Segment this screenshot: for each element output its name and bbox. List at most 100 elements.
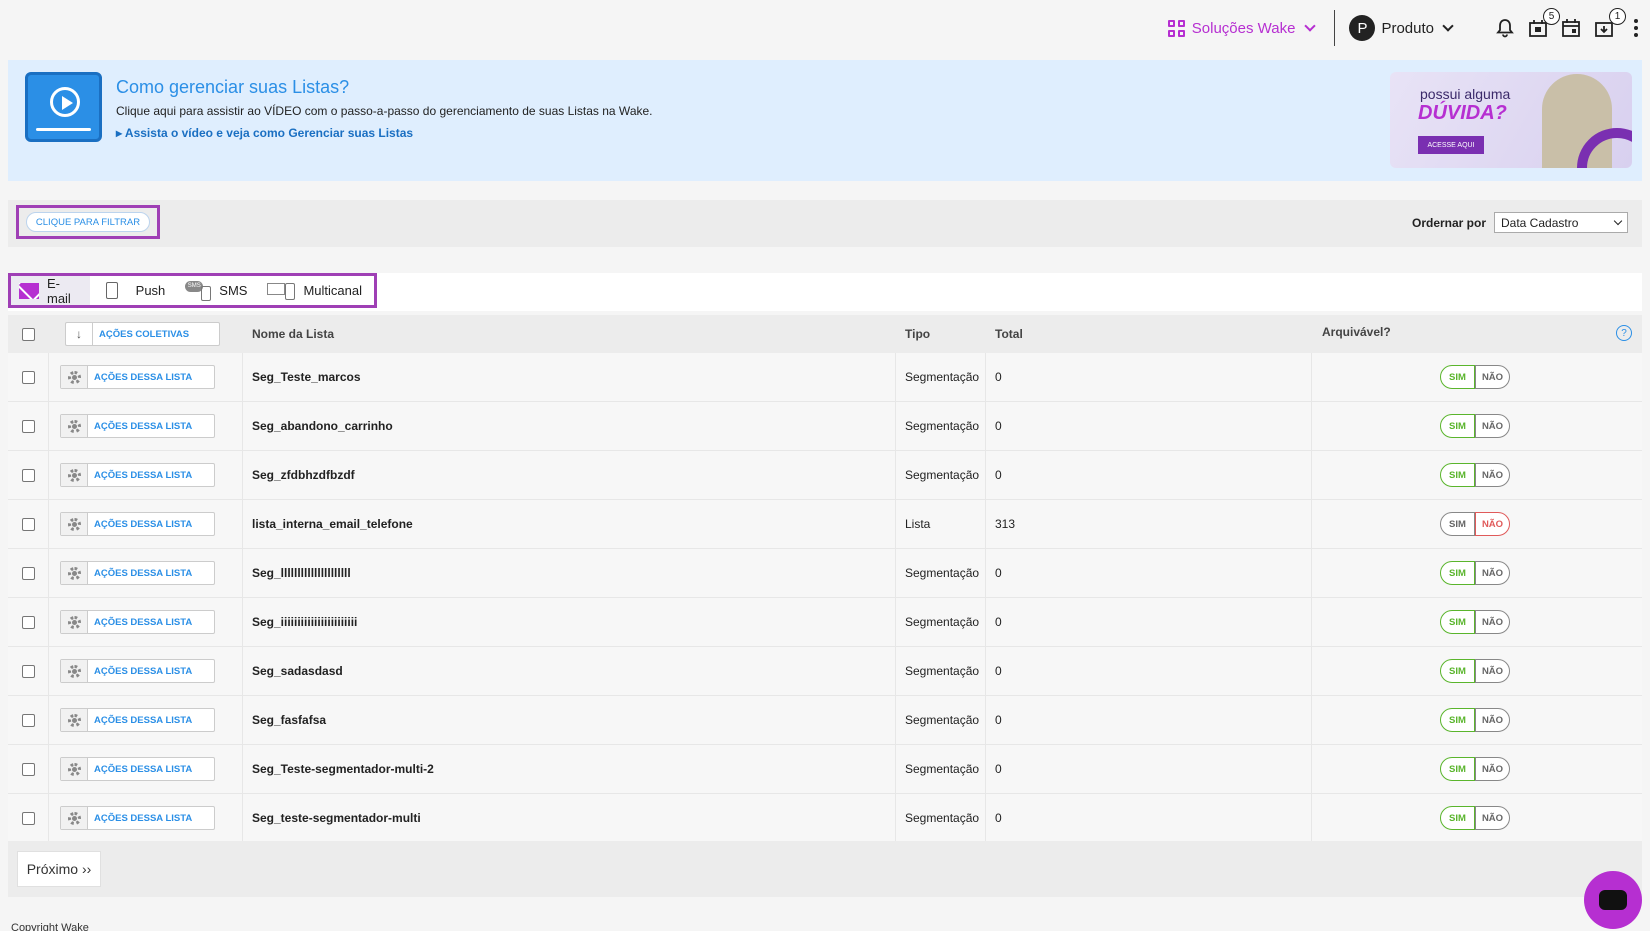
row-checkbox[interactable]: [21, 517, 35, 531]
archivable-yes-button[interactable]: SIM: [1440, 659, 1475, 683]
archivable-no-button[interactable]: NÃO: [1475, 561, 1510, 585]
archivable-no-button[interactable]: NÃO: [1475, 757, 1510, 781]
more-menu-icon[interactable]: [1634, 19, 1638, 37]
header-tipo: Tipo: [905, 327, 931, 341]
list-total: 0: [986, 549, 1312, 597]
promo-access-button[interactable]: ACESSE AQUI: [1418, 136, 1484, 154]
row-actions-button[interactable]: AÇÕES DESSA LISTA: [60, 708, 215, 732]
download-box-icon[interactable]: 1: [1594, 8, 1626, 38]
calendar-icon[interactable]: [1561, 18, 1581, 38]
tab-multicanal[interactable]: Multicanal: [259, 276, 374, 305]
solucoes-wake-menu[interactable]: Soluções Wake: [1167, 19, 1317, 37]
filter-highlight: CLIQUE PARA FILTRAR: [16, 205, 160, 239]
video-play-icon[interactable]: [25, 72, 102, 142]
bell-icon[interactable]: [1495, 18, 1515, 38]
list-tipo: Segmentação: [896, 353, 986, 401]
envelope-icon: [19, 282, 39, 299]
row-actions-label: AÇÕES DESSA LISTA: [94, 812, 193, 824]
banner-description[interactable]: Clique aqui para assistir ao VÍDEO com o…: [116, 104, 653, 118]
table-row: AÇÕES DESSA LISTA Seg_lllllllllllllllllll…: [8, 549, 1642, 598]
row-actions-label: AÇÕES DESSA LISTA: [94, 714, 193, 726]
list-name[interactable]: Seg_iiiiiiiiiiiiiiiiiiiiiii: [243, 598, 896, 646]
list-name[interactable]: Seg_lllllllllllllllllllll: [243, 549, 896, 597]
archivable-toggle: SIM NÃO: [1440, 708, 1510, 732]
archivable-no-button[interactable]: NÃO: [1475, 463, 1510, 487]
list-name[interactable]: Seg_Teste-segmentador-multi-2: [243, 745, 896, 793]
row-checkbox[interactable]: [21, 566, 35, 580]
order-select[interactable]: Data Cadastro: [1494, 212, 1628, 233]
list-name[interactable]: Seg_Teste_marcos: [243, 353, 896, 401]
row-checkbox[interactable]: [21, 664, 35, 678]
archivable-yes-button[interactable]: SIM: [1440, 806, 1475, 830]
row-actions-button[interactable]: AÇÕES DESSA LISTA: [60, 463, 215, 487]
archivable-yes-button[interactable]: SIM: [1440, 561, 1475, 585]
archivable-toggle: SIM NÃO: [1440, 806, 1510, 830]
row-checkbox[interactable]: [21, 811, 35, 825]
archivable-toggle: SIM NÃO: [1440, 365, 1510, 389]
row-actions-label: AÇÕES DESSA LISTA: [94, 518, 193, 530]
archivable-yes-button[interactable]: SIM: [1440, 757, 1475, 781]
tab-email[interactable]: E-mail: [11, 276, 90, 306]
row-checkbox[interactable]: [21, 615, 35, 629]
promo-duvida-banner[interactable]: possui alguma DÚVIDA? ACESSE AQUI: [1390, 72, 1632, 168]
list-name[interactable]: Seg_fasfafsa: [243, 696, 896, 744]
banner-title[interactable]: Como gerenciar suas Listas?: [116, 77, 349, 98]
archivable-yes-button[interactable]: SIM: [1440, 365, 1475, 389]
archivable-no-button[interactable]: NÃO: [1475, 414, 1510, 438]
gear-icon: [61, 366, 88, 388]
row-actions-button[interactable]: AÇÕES DESSA LISTA: [60, 757, 215, 781]
chevron-down-icon: [1613, 216, 1623, 226]
list-name[interactable]: Seg_abandono_carrinho: [243, 402, 896, 450]
row-checkbox[interactable]: [21, 762, 35, 776]
user-menu[interactable]: P Produto: [1349, 15, 1454, 41]
row-checkbox[interactable]: [21, 370, 35, 384]
archivable-no-button[interactable]: NÃO: [1475, 659, 1510, 683]
calendar-box-icon[interactable]: 5: [1528, 8, 1560, 38]
row-actions-button[interactable]: AÇÕES DESSA LISTA: [60, 806, 215, 830]
help-icon[interactable]: ?: [1616, 325, 1632, 341]
row-actions-button[interactable]: AÇÕES DESSA LISTA: [60, 561, 215, 585]
archivable-no-button[interactable]: NÃO: [1475, 365, 1510, 389]
tab-sms[interactable]: SMS SMS: [177, 276, 259, 305]
archivable-no-button[interactable]: NÃO: [1475, 708, 1510, 732]
list-tipo: Segmentação: [896, 745, 986, 793]
table-row: AÇÕES DESSA LISTA Seg_Teste-segmentador-m…: [8, 745, 1642, 794]
banner-video-link[interactable]: ▸ Assista o vídeo e veja como Gerenciar …: [116, 126, 413, 140]
row-checkbox[interactable]: [21, 468, 35, 482]
archivable-yes-button[interactable]: SIM: [1440, 610, 1475, 634]
promo-line1: possui alguma: [1420, 86, 1511, 102]
chat-button[interactable]: [1584, 871, 1642, 929]
row-checkbox[interactable]: [21, 419, 35, 433]
archivable-no-button[interactable]: NÃO: [1475, 512, 1510, 536]
list-name[interactable]: Seg_zfdbhzdfbzdf: [243, 451, 896, 499]
next-page-button[interactable]: Próximo ››: [17, 851, 101, 887]
select-all-checkbox[interactable]: [21, 327, 35, 341]
archivable-yes-button[interactable]: SIM: [1440, 463, 1475, 487]
list-name[interactable]: Seg_teste-segmentador-multi: [243, 794, 896, 842]
list-name[interactable]: lista_interna_email_telefone: [243, 500, 896, 548]
archivable-toggle: SIM NÃO: [1440, 512, 1510, 536]
chevron-down-icon: [1442, 20, 1454, 32]
row-actions-button[interactable]: AÇÕES DESSA LISTA: [60, 659, 215, 683]
bulk-actions-button[interactable]: ↓ AÇÕES COLETIVAS: [65, 322, 220, 346]
archivable-no-button[interactable]: NÃO: [1475, 610, 1510, 634]
archivable-no-button[interactable]: NÃO: [1475, 806, 1510, 830]
row-actions-button[interactable]: AÇÕES DESSA LISTA: [60, 610, 215, 634]
row-actions-button[interactable]: AÇÕES DESSA LISTA: [60, 414, 215, 438]
pagination-bar: Próximo ››: [8, 841, 1642, 897]
table-row: AÇÕES DESSA LISTA lista_interna_email_tel…: [8, 500, 1642, 549]
row-actions-label: AÇÕES DESSA LISTA: [94, 371, 193, 383]
list-total: 0: [986, 598, 1312, 646]
archivable-yes-button[interactable]: SIM: [1440, 512, 1475, 536]
list-name[interactable]: Seg_sadasdasd: [243, 647, 896, 695]
filter-button[interactable]: CLIQUE PARA FILTRAR: [26, 212, 150, 232]
row-checkbox[interactable]: [21, 713, 35, 727]
row-actions-button[interactable]: AÇÕES DESSA LISTA: [60, 512, 215, 536]
archivable-yes-button[interactable]: SIM: [1440, 708, 1475, 732]
row-actions-label: AÇÕES DESSA LISTA: [94, 420, 193, 432]
row-actions-button[interactable]: AÇÕES DESSA LISTA: [60, 365, 215, 389]
archivable-yes-button[interactable]: SIM: [1440, 414, 1475, 438]
gear-icon: [61, 464, 88, 486]
tab-push[interactable]: Push: [90, 276, 178, 305]
avatar: P: [1349, 15, 1376, 41]
